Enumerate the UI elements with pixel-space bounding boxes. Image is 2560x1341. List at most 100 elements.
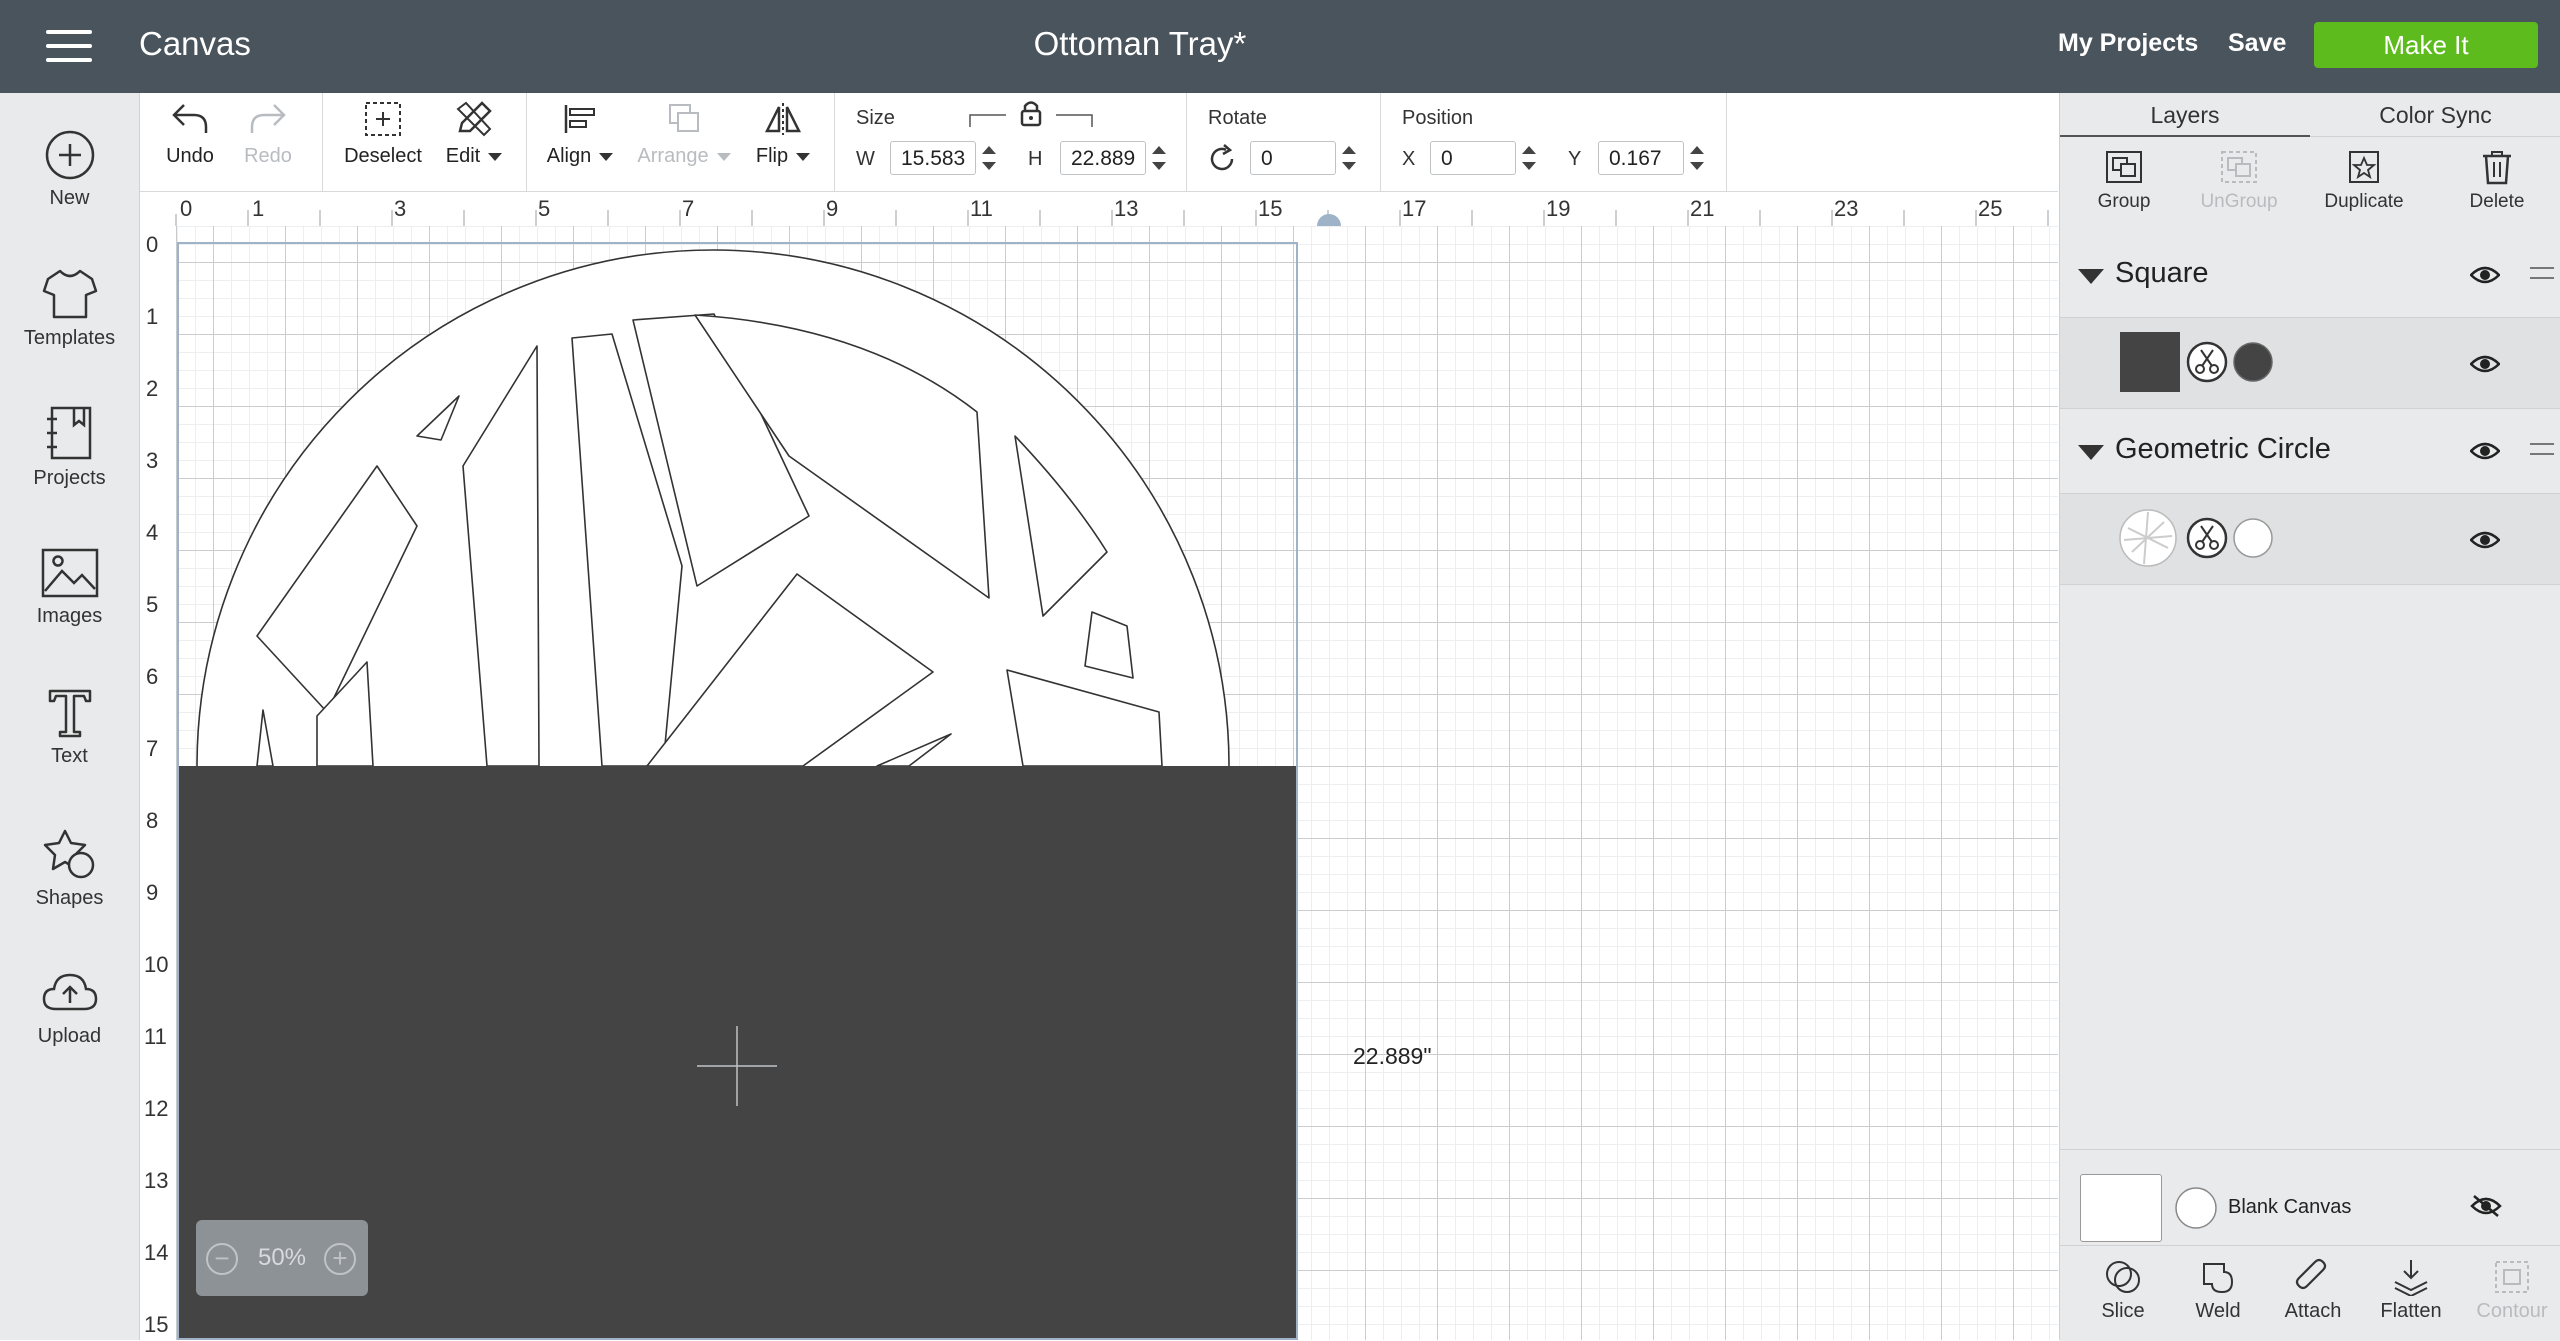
- weld-button[interactable]: Weld: [2188, 1258, 2248, 1323]
- ruler-tick-label: 10: [144, 952, 169, 977]
- arrange-label: Arrange: [637, 145, 709, 167]
- ruler-tick-label: 12: [144, 1096, 169, 1121]
- drag-handle-icon[interactable]: [2530, 443, 2554, 455]
- collapse-triangle-icon[interactable]: [2078, 445, 2104, 460]
- color-swatch[interactable]: [2174, 1186, 2218, 1230]
- proportion-lock-icon[interactable]: [966, 97, 1096, 131]
- width-label: W: [856, 148, 875, 170]
- trash-icon: [2483, 151, 2511, 185]
- y-position-input[interactable]: 0.167: [1598, 141, 1684, 175]
- tab-color-sync[interactable]: Color Sync: [2310, 93, 2560, 137]
- sidebar-item-shapes[interactable]: Shapes: [0, 827, 139, 910]
- ruler-ticks: [175, 210, 2049, 226]
- deselect-button[interactable]: Deselect: [340, 101, 426, 168]
- duplicate-button[interactable]: Duplicate: [2306, 149, 2422, 213]
- group-button[interactable]: Group: [2074, 149, 2174, 213]
- edit-dropdown[interactable]: Edit: [442, 101, 506, 168]
- x-position-stepper[interactable]: [1518, 141, 1540, 175]
- layer-group-square[interactable]: Square: [2060, 233, 2560, 318]
- sidebar-item-label: Projects: [33, 467, 106, 489]
- selection-box[interactable]: [177, 242, 1298, 1340]
- sidebar-item-label: New: [49, 187, 90, 209]
- ruler-tick-label: 8: [146, 808, 159, 833]
- edit-label: Edit: [445, 145, 481, 167]
- edit-toolbar: Undo Redo Deselect Edit Align Arrange Fl…: [140, 93, 2058, 192]
- zoom-out-button[interactable]: −: [206, 1243, 238, 1275]
- my-projects-link[interactable]: My Projects: [2058, 29, 2198, 58]
- sidebar-item-label: Text: [51, 745, 88, 767]
- layer-group-geometric-circle[interactable]: Geometric Circle: [2060, 409, 2560, 494]
- arrange-dropdown[interactable]: Arrange: [634, 101, 734, 168]
- rotate-input[interactable]: 0: [1250, 141, 1336, 175]
- left-sidebar: New Templates Projects Images Text Shape…: [0, 93, 140, 1340]
- undo-label: Undo: [166, 145, 214, 167]
- delete-button[interactable]: Delete: [2442, 149, 2552, 213]
- ruler-tick-label: 3: [146, 448, 159, 473]
- align-dropdown[interactable]: Align: [542, 101, 618, 168]
- bottom-actions: Slice Weld Attach Flatten Contour: [2060, 1245, 2560, 1341]
- sidebar-item-text[interactable]: Text: [0, 687, 139, 768]
- cut-scissors-icon[interactable]: [2186, 341, 2228, 383]
- y-position-stepper[interactable]: [1686, 141, 1708, 175]
- width-input[interactable]: 15.583: [890, 141, 976, 175]
- eye-icon[interactable]: [2470, 530, 2500, 550]
- drag-handle-icon[interactable]: [2530, 267, 2554, 279]
- sidebar-item-upload[interactable]: Upload: [0, 969, 139, 1048]
- sidebar-item-images[interactable]: Images: [0, 547, 139, 628]
- design-canvas[interactable]: 22.889": [177, 226, 2058, 1340]
- zoom-in-button[interactable]: +: [324, 1243, 356, 1275]
- height-input[interactable]: 22.889: [1060, 141, 1146, 175]
- ungroup-button[interactable]: UnGroup: [2184, 149, 2294, 213]
- color-swatch[interactable]: [2232, 341, 2274, 383]
- undo-icon: [172, 104, 208, 133]
- pencil-ruler-icon: [456, 101, 492, 137]
- width-stepper[interactable]: [978, 141, 1000, 175]
- ungroup-label: UnGroup: [2200, 191, 2278, 212]
- blank-canvas-row[interactable]: Blank Canvas: [2060, 1149, 2560, 1246]
- ruler-tick-label: 14: [144, 1240, 169, 1265]
- arrange-icon: [669, 104, 699, 132]
- layer-item-geometric-circle[interactable]: [2060, 494, 2560, 585]
- x-label: X: [1402, 148, 1416, 170]
- color-swatch[interactable]: [2232, 517, 2274, 559]
- tab-layers[interactable]: Layers: [2060, 93, 2310, 137]
- redo-button[interactable]: Redo: [240, 101, 296, 168]
- rotate-stepper[interactable]: [1338, 141, 1360, 175]
- slice-button[interactable]: Slice: [2088, 1258, 2158, 1323]
- flip-dropdown[interactable]: Flip: [750, 101, 816, 168]
- flip-label: Flip: [755, 145, 789, 167]
- align-label: Align: [546, 145, 592, 167]
- contour-label: Contour: [2476, 1300, 2548, 1322]
- sidebar-item-templates[interactable]: Templates: [0, 267, 139, 350]
- delete-label: Delete: [2469, 191, 2525, 212]
- duplicate-label: Duplicate: [2324, 191, 2404, 212]
- layer-thumbnail: [2120, 332, 2180, 392]
- ruler-tick-label: 13: [144, 1168, 169, 1193]
- eye-icon[interactable]: [2470, 265, 2500, 285]
- ruler-tick-label: 11: [144, 1024, 167, 1049]
- layer-item-square[interactable]: [2060, 318, 2560, 409]
- eye-hidden-icon[interactable]: [2470, 1194, 2502, 1218]
- height-label: H: [1028, 148, 1043, 170]
- align-icon: [564, 105, 595, 133]
- sidebar-item-new[interactable]: New: [0, 129, 139, 210]
- height-stepper[interactable]: [1148, 141, 1170, 175]
- collapse-triangle-icon[interactable]: [2078, 269, 2104, 284]
- eye-icon[interactable]: [2470, 354, 2500, 374]
- flip-icon: [764, 103, 802, 135]
- zoom-level: 50%: [257, 1244, 307, 1271]
- flatten-button[interactable]: Flatten: [2376, 1258, 2446, 1323]
- sidebar-item-label: Templates: [23, 327, 116, 349]
- layer-name: Square: [2115, 257, 2209, 289]
- cut-scissors-icon[interactable]: [2186, 517, 2228, 559]
- sidebar-item-projects[interactable]: Projects: [0, 405, 139, 490]
- make-it-button[interactable]: Make It: [2314, 22, 2538, 68]
- weld-icon: [2203, 1263, 2234, 1294]
- eye-icon[interactable]: [2470, 441, 2500, 461]
- redo-label: Redo: [244, 145, 292, 167]
- x-position-input[interactable]: 0: [1430, 141, 1516, 175]
- save-button[interactable]: Save: [2228, 29, 2286, 58]
- contour-button[interactable]: Contour: [2472, 1258, 2552, 1323]
- undo-button[interactable]: Undo: [162, 101, 218, 168]
- attach-button[interactable]: Attach: [2278, 1258, 2348, 1323]
